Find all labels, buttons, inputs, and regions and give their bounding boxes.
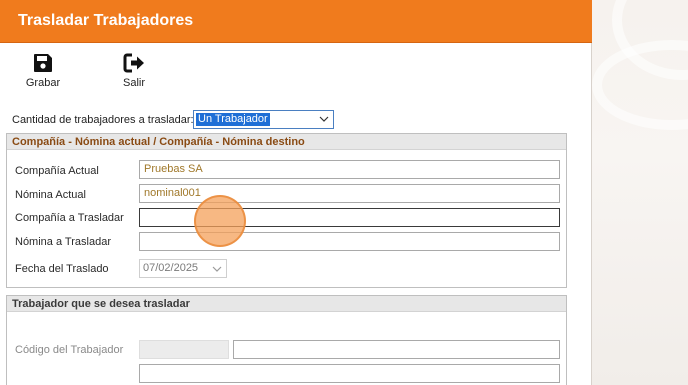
target-payroll-label: Nómina a Trasladar [15, 236, 111, 248]
worker-code-label: Código del Trabajador [15, 344, 124, 356]
worker-section-header: Trabajador que se desea trasladar [7, 296, 566, 312]
transfer-date-label: Fecha del Traslado [15, 263, 109, 275]
window-title: Trasladar Trabajadores [18, 12, 194, 29]
quantity-selected-value: Un Trabajador [196, 113, 270, 126]
click-indicator [194, 195, 246, 247]
worker-code-field[interactable] [139, 340, 229, 359]
floppy-disk-icon [34, 54, 52, 72]
exit-arrow-icon [123, 53, 144, 73]
exit-button[interactable]: Salir [112, 52, 156, 92]
target-company-label: Compañía a Trasladar [15, 212, 124, 224]
transfer-workers-window: Trasladar Trabajadores Grabar Salir Cant… [0, 0, 592, 385]
background-area [592, 0, 688, 385]
worker-detail-field[interactable] [139, 364, 560, 383]
chevron-down-icon [319, 116, 329, 122]
exit-label: Salir [122, 77, 145, 89]
transfer-date-value: 07/02/2025 [143, 262, 199, 274]
title-bar: Trasladar Trabajadores [0, 0, 592, 43]
chevron-down-icon [212, 266, 222, 272]
current-payroll-label: Nómina Actual [15, 189, 86, 201]
quantity-select[interactable]: Un Trabajador [193, 110, 334, 129]
save-button[interactable]: Grabar [21, 52, 65, 92]
company-section-header: Compañía - Nómina actual / Compañía - Nó… [7, 134, 566, 150]
save-label: Grabar [25, 77, 61, 89]
quantity-label: Cantidad de trabajadores a trasladar: [12, 114, 194, 126]
current-payroll-field[interactable]: nominal001 [139, 184, 560, 203]
worker-name-field[interactable] [233, 340, 560, 359]
transfer-date-picker[interactable]: 07/02/2025 [139, 259, 227, 278]
current-company-field[interactable]: Pruebas SA [139, 160, 560, 179]
current-company-label: Compañía Actual [15, 165, 99, 177]
